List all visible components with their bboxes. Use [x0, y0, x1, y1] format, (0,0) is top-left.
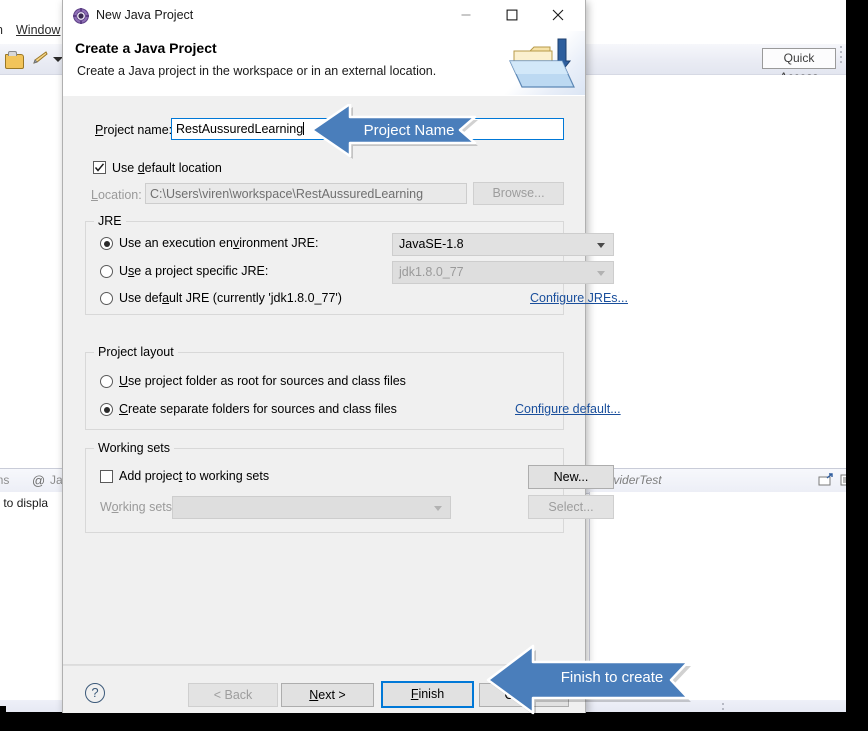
add-to-working-sets-label[interactable]: Add project to working sets — [119, 469, 269, 483]
project-layout-group: Project layout Use project folder as roo… — [85, 345, 621, 430]
view-tab-javadoc[interactable]: Ja — [50, 473, 63, 487]
maximize-icon[interactable] — [489, 0, 535, 30]
location-value: C:\Users\viren\workspace\RestAussuredLea… — [150, 187, 424, 201]
location-input: C:\Users\viren\workspace\RestAussuredLea… — [145, 183, 467, 204]
view-tab-problems[interactable]: lems — [0, 473, 9, 487]
radio-default-jre[interactable] — [100, 292, 113, 305]
project-name-label: Project name: — [95, 123, 173, 137]
radio-project-specific-jre[interactable] — [100, 265, 113, 278]
menu-item-window[interactable]: Window — [16, 23, 60, 37]
minimize-icon[interactable] — [443, 0, 489, 30]
window-shadow-right — [846, 0, 868, 731]
callout-project-name: Project Name — [310, 102, 480, 161]
page-description: Create a Java project in the workspace o… — [77, 64, 437, 78]
execution-environment-value: JavaSE-1.8 — [399, 237, 464, 251]
callout-project-name-text: Project Name — [363, 122, 455, 139]
select-working-set-label: Select... — [548, 499, 594, 514]
view-tab-at-icon[interactable]: @ — [32, 473, 45, 488]
page-title: Create a Java Project — [75, 40, 217, 56]
next-button-label: Next > — [309, 687, 346, 702]
new-java-project-folder-icon — [500, 31, 585, 95]
finish-button-label: Finish — [410, 687, 445, 702]
chevron-down-icon — [434, 505, 442, 511]
quick-access-grip[interactable] — [840, 46, 843, 63]
browse-button-label: Browse... — [492, 186, 545, 201]
project-specific-jre-combo: jdk1.8.0_77 — [392, 261, 614, 284]
radio-separate-folders-label[interactable]: Create separate folders for sources and … — [119, 402, 397, 416]
open-folder-icon[interactable] — [5, 51, 24, 69]
radio-project-folder-root-label[interactable]: Use project folder as root for sources a… — [119, 374, 406, 388]
callout-finish: Finish to create — [485, 644, 695, 717]
new-working-set-label: New... — [553, 469, 589, 484]
working-sets-group: Working sets Add project to working sets… — [85, 441, 614, 533]
new-working-set-button[interactable]: New... — [528, 465, 614, 489]
menu-item-partial[interactable]: n — [0, 23, 3, 37]
back-button: < Back — [188, 683, 278, 707]
dialog-body: Project name: RestAussuredLearning Use d… — [63, 96, 628, 656]
dialog-title-bar: New Java Project — [63, 0, 585, 32]
browse-button: Browse... — [473, 182, 564, 205]
project-name-value: RestAussuredLearning — [176, 122, 304, 136]
configure-default-link[interactable]: Configure default... — [515, 402, 621, 416]
radio-project-folder-root[interactable] — [100, 375, 113, 388]
configure-jres-link[interactable]: Configure JREs... — [530, 291, 628, 305]
text-caret — [303, 122, 305, 135]
help-icon[interactable]: ? — [85, 683, 105, 703]
window-shadow-corner — [0, 706, 6, 731]
radio-separate-folders[interactable] — [100, 403, 113, 416]
project-layout-group-title: Project layout — [94, 345, 178, 359]
radio-execution-environment-jre-label[interactable]: Use an execution environment JRE: — [119, 236, 318, 250]
add-to-working-sets-checkbox[interactable] — [100, 470, 113, 483]
dialog-header: Create a Java Project Create a Java proj… — [63, 31, 585, 97]
select-working-set-button: Select... — [528, 495, 614, 519]
working-sets-group-title: Working sets — [94, 441, 175, 455]
working-sets-label: Working sets: — [100, 500, 176, 514]
ide-left-view-message: bles to displa — [0, 496, 49, 510]
callout-finish-text: Finish to create — [560, 669, 664, 686]
next-button[interactable]: Next > — [281, 683, 374, 707]
window-shadow-bottom — [0, 712, 868, 731]
project-specific-jre-value: jdk1.8.0_77 — [399, 265, 464, 279]
chevron-down-icon — [597, 242, 605, 248]
chevron-down-icon — [597, 270, 605, 276]
working-sets-combo — [172, 496, 451, 519]
view-minimize-icon[interactable] — [818, 473, 834, 490]
location-label: Location: — [91, 188, 142, 202]
use-default-location-checkbox[interactable] — [93, 161, 106, 174]
quick-access-input[interactable]: Quick Access — [762, 48, 836, 84]
close-icon[interactable] — [535, 0, 581, 30]
java-project-icon — [73, 8, 89, 24]
radio-default-jre-label[interactable]: Use default JRE (currently 'jdk1.8.0_77'… — [119, 291, 342, 305]
radio-project-specific-jre-label[interactable]: Use a project specific JRE: — [119, 264, 268, 278]
use-default-location-label[interactable]: Use default location — [112, 161, 222, 175]
execution-environment-combo[interactable]: JavaSE-1.8 — [392, 233, 614, 256]
pen-icon[interactable] — [30, 51, 48, 65]
finish-button[interactable]: Finish — [381, 681, 474, 708]
ide-left-view-panel — [0, 492, 64, 702]
jre-group-title: JRE — [94, 214, 126, 228]
jre-group: JRE Use an execution environment JRE: Ja… — [85, 214, 628, 315]
radio-execution-environment-jre[interactable] — [100, 237, 113, 250]
back-button-label: < Back — [213, 687, 253, 702]
dialog-title: New Java Project — [96, 8, 194, 22]
